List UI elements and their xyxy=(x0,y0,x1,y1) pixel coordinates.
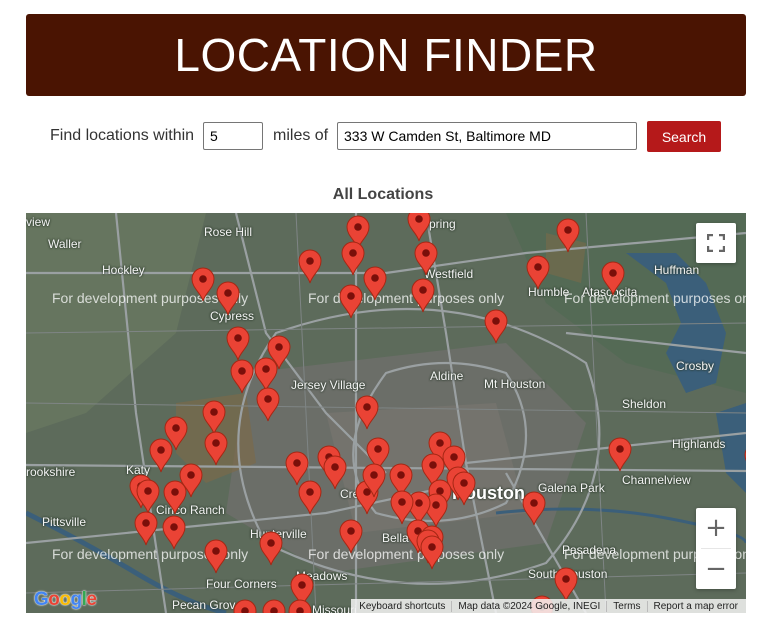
search-button[interactable]: Search xyxy=(647,121,721,152)
location-pin[interactable] xyxy=(522,491,546,526)
location-pin[interactable] xyxy=(608,437,632,472)
location-pin[interactable] xyxy=(233,599,257,613)
terms-link[interactable]: Terms xyxy=(606,600,646,612)
radius-input[interactable] xyxy=(203,122,263,150)
location-pin[interactable] xyxy=(484,309,508,344)
location-pin[interactable] xyxy=(323,455,347,490)
location-pin[interactable] xyxy=(216,281,240,316)
fullscreen-button[interactable] xyxy=(696,223,736,263)
location-pin[interactable] xyxy=(556,218,580,253)
location-pin[interactable] xyxy=(390,490,414,525)
location-pin[interactable] xyxy=(298,249,322,284)
location-pin[interactable] xyxy=(256,387,280,422)
zoom-out-button[interactable]: − xyxy=(696,549,736,589)
header-banner: LOCATION FINDER xyxy=(26,14,746,96)
location-pin[interactable] xyxy=(288,599,312,613)
fullscreen-icon xyxy=(707,234,725,252)
location-pin[interactable] xyxy=(339,284,363,319)
report-error-link[interactable]: Report a map error xyxy=(646,600,744,612)
location-pin[interactable] xyxy=(262,599,286,613)
location-pin[interactable] xyxy=(341,241,365,276)
location-pin[interactable] xyxy=(285,451,309,486)
location-pin[interactable] xyxy=(204,431,228,466)
map-attribution: Keyboard shortcuts Map data ©2024 Google… xyxy=(351,599,746,613)
location-pin[interactable] xyxy=(163,480,187,515)
location-pin[interactable] xyxy=(452,471,476,506)
zoom-in-button[interactable]: + xyxy=(696,508,736,548)
location-pin[interactable] xyxy=(204,539,228,574)
location-pin[interactable] xyxy=(355,395,379,430)
location-pin[interactable] xyxy=(134,511,158,546)
map-data-text: Map data ©2024 Google, INEGI xyxy=(451,600,606,612)
map[interactable]: view Rose Hill Spring Waller Westfield Hockle… xyxy=(26,213,746,613)
page-title: LOCATION FINDER xyxy=(174,29,598,81)
section-title: All Locations xyxy=(332,186,434,203)
location-pin[interactable] xyxy=(191,267,215,302)
location-pin[interactable] xyxy=(259,531,283,566)
zoom-control: + − xyxy=(696,508,736,589)
location-pin[interactable] xyxy=(339,519,363,554)
location-pin[interactable] xyxy=(407,213,431,242)
location-pin[interactable] xyxy=(298,480,322,515)
address-input[interactable] xyxy=(337,122,637,150)
search-form: Find locations within miles of Search xyxy=(0,120,766,152)
location-pin[interactable] xyxy=(744,444,746,477)
location-pin[interactable] xyxy=(526,255,550,290)
location-pin[interactable] xyxy=(254,357,278,392)
location-pin[interactable] xyxy=(162,515,186,550)
location-pin[interactable] xyxy=(414,241,438,276)
location-pin[interactable] xyxy=(230,359,254,394)
location-pin[interactable] xyxy=(420,535,444,570)
location-pin[interactable] xyxy=(363,266,387,301)
location-pin[interactable] xyxy=(149,438,173,473)
location-pin[interactable] xyxy=(136,479,160,514)
location-pin[interactable] xyxy=(202,400,226,435)
location-pin[interactable] xyxy=(601,261,625,296)
keyboard-shortcuts-link[interactable]: Keyboard shortcuts xyxy=(353,601,451,612)
location-pin[interactable] xyxy=(554,567,578,602)
location-pin[interactable] xyxy=(411,278,435,313)
pins-layer xyxy=(129,213,746,613)
miles-of-label: miles of xyxy=(273,127,329,144)
within-label: Find locations within xyxy=(50,127,195,144)
location-pin[interactable] xyxy=(226,326,250,361)
google-logo[interactable]: Google xyxy=(34,589,97,611)
